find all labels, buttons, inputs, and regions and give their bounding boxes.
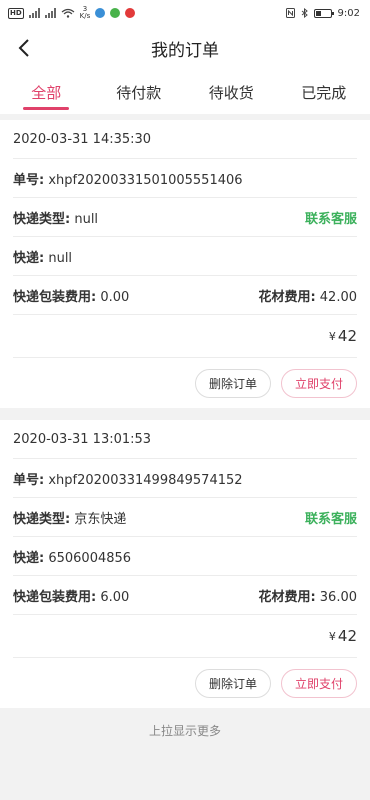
- pack-fee-value: 6.00: [100, 589, 130, 605]
- fees-row: 快递包装费用: 6.00 花材费用: 36.00: [13, 576, 357, 615]
- order-card: 2020-03-31 14:35:30 单号: xhpf202003315010…: [0, 120, 370, 408]
- express-row: 快递: 6506004856: [13, 537, 357, 576]
- order-number-label: 单号:: [13, 172, 45, 188]
- order-number-row: 单号: xhpf20200331501005551406: [13, 159, 357, 198]
- express-value: null: [48, 250, 73, 266]
- order-total: 42: [337, 327, 357, 345]
- order-number: xhpf20200331501005551406: [48, 172, 243, 188]
- order-datetime-row: 2020-03-31 14:35:30: [13, 120, 357, 159]
- wechat-icon: [110, 8, 121, 18]
- pay-now-button[interactable]: 立即支付: [280, 368, 357, 398]
- app-notification-icon: [95, 8, 106, 18]
- flower-fee-label: 花材费用:: [258, 589, 316, 605]
- nav-bar: 我的订单: [0, 26, 370, 70]
- order-actions: 删除订单 立即支付: [13, 658, 357, 708]
- bluetooth-icon: [301, 8, 308, 18]
- express-type-row: 快递类型: 京东快递 联系客服: [13, 498, 357, 537]
- order-total: 42: [337, 627, 357, 645]
- express-type-label: 快递类型:: [13, 211, 71, 227]
- total-row: ¥ 42: [13, 615, 357, 658]
- order-actions: 删除订单 立即支付: [13, 358, 357, 408]
- contact-service-link[interactable]: 联系客服: [305, 508, 357, 527]
- order-datetime: 2020-03-31 13:01:53: [13, 431, 152, 447]
- total-row: ¥ 42: [13, 315, 357, 358]
- battery-icon: [313, 8, 334, 18]
- contact-service-link[interactable]: 联系客服: [305, 208, 357, 227]
- currency-symbol: ¥: [328, 329, 336, 343]
- nfc-icon: [285, 8, 295, 18]
- fees-row: 快递包装费用: 0.00 花材费用: 42.00: [13, 276, 357, 315]
- clock: 9:02: [337, 7, 360, 19]
- order-tabs: 全部 待付款 待收货 已完成: [0, 70, 370, 114]
- order-number-row: 单号: xhpf20200331499849574152: [13, 459, 357, 498]
- tab-all[interactable]: 全部: [0, 70, 93, 114]
- load-more-hint: 上拉显示更多: [148, 724, 221, 738]
- pack-fee-label: 快递包装费用:: [13, 589, 97, 605]
- express-row: 快递: null: [13, 237, 357, 276]
- pack-fee-value: 0.00: [100, 289, 130, 305]
- tab-pending-payment[interactable]: 待付款: [93, 70, 186, 114]
- order-number: xhpf20200331499849574152: [48, 472, 243, 488]
- signal-icon-2: [44, 8, 56, 18]
- flower-fee-value: 36.00: [319, 589, 357, 605]
- express-label: 快递:: [13, 250, 45, 266]
- status-bar: HD 3 K/s 9:02: [0, 0, 370, 26]
- hd-badge: HD: [8, 7, 24, 19]
- express-type-value: 京东快递: [74, 511, 127, 527]
- signal-icon: [28, 8, 40, 18]
- order-card: 2020-03-31 13:01:53 单号: xhpf202003314998…: [0, 420, 370, 708]
- app-notification-icon-2: [125, 8, 136, 18]
- delete-order-button[interactable]: 删除订单: [194, 668, 271, 698]
- order-datetime-row: 2020-03-31 13:01:53: [13, 420, 357, 459]
- order-number-label: 单号:: [13, 472, 45, 488]
- chevron-left-icon: [18, 39, 29, 57]
- network-speed: 3 K/s: [79, 5, 91, 20]
- express-label: 快递:: [13, 550, 45, 566]
- tab-pending-receipt[interactable]: 待收货: [185, 70, 278, 114]
- currency-symbol: ¥: [328, 629, 336, 643]
- flower-fee-value: 42.00: [319, 289, 357, 305]
- tab-completed[interactable]: 已完成: [278, 70, 370, 114]
- express-type-row: 快递类型: null 联系客服: [13, 198, 357, 237]
- express-type-label: 快递类型:: [13, 511, 71, 527]
- delete-order-button[interactable]: 删除订单: [194, 368, 271, 398]
- order-datetime: 2020-03-31 14:35:30: [13, 131, 152, 147]
- back-button[interactable]: [10, 34, 38, 62]
- express-value: 6506004856: [48, 550, 132, 566]
- wifi-icon: [61, 8, 75, 18]
- page-title: 我的订单: [151, 40, 219, 61]
- pay-now-button[interactable]: 立即支付: [280, 668, 357, 698]
- express-type-value: null: [74, 211, 99, 227]
- pack-fee-label: 快递包装费用:: [13, 289, 97, 305]
- flower-fee-label: 花材费用:: [258, 289, 316, 305]
